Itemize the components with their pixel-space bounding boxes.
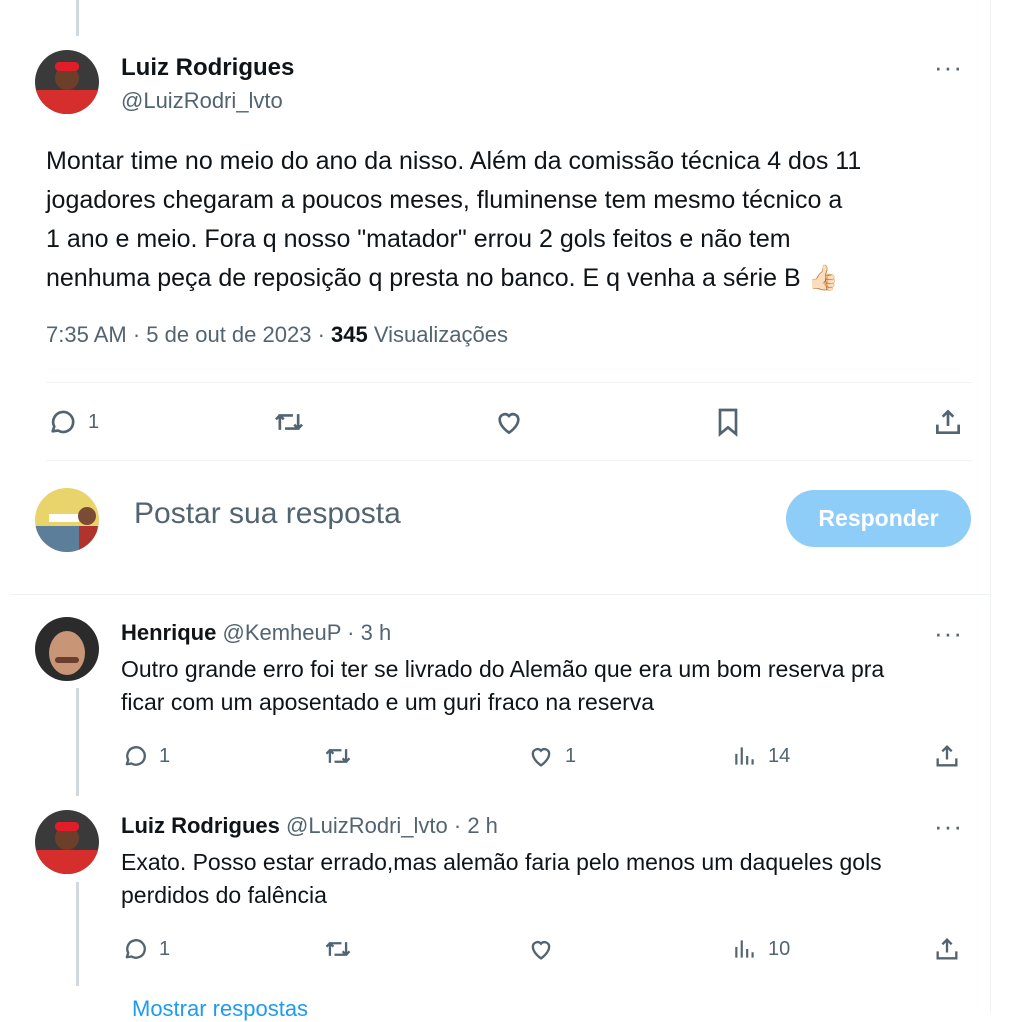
like-icon xyxy=(531,941,551,960)
reply-button[interactable]: 1 xyxy=(46,406,99,438)
reply-author-handle[interactable]: @LuizRodri_lvto xyxy=(286,813,448,838)
reply-count: 1 xyxy=(159,744,171,767)
like-count: 1 xyxy=(565,744,577,767)
author-avatar[interactable] xyxy=(35,50,99,114)
reply-text-line: Exato. Posso estar errado,mas alemão far… xyxy=(121,849,882,875)
reply-count: 1 xyxy=(159,937,171,960)
like-button[interactable] xyxy=(527,935,555,963)
reply-text-line: Outro grande erro foi ter se livrado do … xyxy=(121,656,885,682)
share-icon xyxy=(936,409,960,434)
reply-avatar[interactable] xyxy=(35,810,99,874)
author-name[interactable]: Luiz Rodrigues xyxy=(121,54,294,82)
reply-header: Luiz Rodrigues @LuizRodri_lvto · 2 h xyxy=(121,813,498,839)
thread-line xyxy=(76,0,79,36)
tweet-text-line: nenhuma peça de reposição q presta no ba… xyxy=(46,264,839,292)
bookmark-icon xyxy=(718,408,738,437)
more-icon[interactable]: ··· xyxy=(934,54,963,80)
views-button[interactable]: 10 xyxy=(732,935,790,963)
like-button[interactable] xyxy=(493,406,525,438)
share-icon xyxy=(936,938,958,960)
reply-button[interactable]: 1 xyxy=(121,935,170,963)
tweet-text-line: Montar time no meio do ano da nisso. Alé… xyxy=(46,147,862,175)
tweet-date[interactable]: 5 de out de 2023 xyxy=(146,322,311,347)
reply-icon xyxy=(125,746,146,766)
more-icon[interactable]: ··· xyxy=(934,620,963,646)
reply-icon xyxy=(125,939,146,959)
views-count: 10 xyxy=(768,937,791,960)
reply-text: Exato. Posso estar errado,mas alemão far… xyxy=(121,846,981,912)
views-button[interactable]: 14 xyxy=(732,742,790,770)
reply-time[interactable]: · 2 h xyxy=(454,813,498,838)
more-icon[interactable]: ··· xyxy=(934,813,963,839)
like-button[interactable]: 1 xyxy=(527,742,576,770)
retweet-button[interactable] xyxy=(323,742,353,770)
views-count: 345 xyxy=(331,322,368,347)
reply-author-name[interactable]: Luiz Rodrigues xyxy=(121,813,280,838)
reply-text-line: ficar com um aposentado e um guri fraco … xyxy=(121,689,655,715)
meta-separator: · xyxy=(317,322,325,347)
reply-header: Henrique @KemheuP · 3 h xyxy=(121,620,391,646)
views-count: 14 xyxy=(768,744,791,767)
reply-submit-button[interactable]: Responder xyxy=(786,490,971,547)
author-handle[interactable]: @LuizRodri_lvto xyxy=(121,88,283,114)
like-icon xyxy=(498,412,520,435)
thread-line xyxy=(76,882,79,986)
reply-icon xyxy=(51,410,75,434)
reply-avatar[interactable] xyxy=(35,617,99,681)
section-divider xyxy=(10,594,990,595)
tweet-text-line: 1 ano e meio. Fora q nosso "matador" err… xyxy=(46,225,791,253)
divider xyxy=(46,460,972,461)
views-label: Visualizações xyxy=(373,322,508,347)
tweet-text: Montar time no meio do ano da nisso. Alé… xyxy=(46,142,976,298)
retweet-icon xyxy=(274,414,304,430)
retweet-button[interactable] xyxy=(323,935,353,963)
show-replies-link[interactable]: Mostrar respostas xyxy=(132,996,308,1022)
tweet-text-line: jogadores chegaram a poucos meses, flumi… xyxy=(46,186,843,214)
retweet-icon xyxy=(325,942,351,956)
reply-count: 1 xyxy=(88,410,100,433)
tweet-detail-page: Luiz Rodrigues @LuizRodri_lvto ··· Monta… xyxy=(10,0,991,1021)
user-avatar[interactable] xyxy=(35,488,99,552)
reply-author-handle[interactable]: @KemheuP xyxy=(222,620,341,645)
like-icon xyxy=(531,748,551,767)
share-button[interactable] xyxy=(933,935,961,963)
thread-line xyxy=(76,688,79,796)
reply-time[interactable]: · 3 h xyxy=(347,620,391,645)
retweet-button[interactable] xyxy=(272,406,306,438)
views-icon xyxy=(735,747,754,765)
reply-input[interactable]: Postar sua resposta xyxy=(134,497,401,531)
reply-text: Outro grande erro foi ter se livrado do … xyxy=(121,653,981,719)
bookmark-button[interactable] xyxy=(712,406,744,438)
meta-separator: · xyxy=(132,322,141,347)
share-icon xyxy=(936,745,958,767)
tweet-time[interactable]: 7:35 AM xyxy=(46,322,127,347)
views-icon xyxy=(735,940,754,958)
reply-author-name[interactable]: Henrique xyxy=(121,620,216,645)
tweet-meta: 7:35 AM · 5 de out de 2023 · 345 Visuali… xyxy=(46,322,508,348)
share-button[interactable] xyxy=(933,742,961,770)
reply-button[interactable]: 1 xyxy=(121,742,170,770)
retweet-icon xyxy=(325,749,351,763)
reply-text-line: perdidos do falência xyxy=(121,882,327,908)
share-button[interactable] xyxy=(932,406,964,438)
divider xyxy=(46,382,972,383)
